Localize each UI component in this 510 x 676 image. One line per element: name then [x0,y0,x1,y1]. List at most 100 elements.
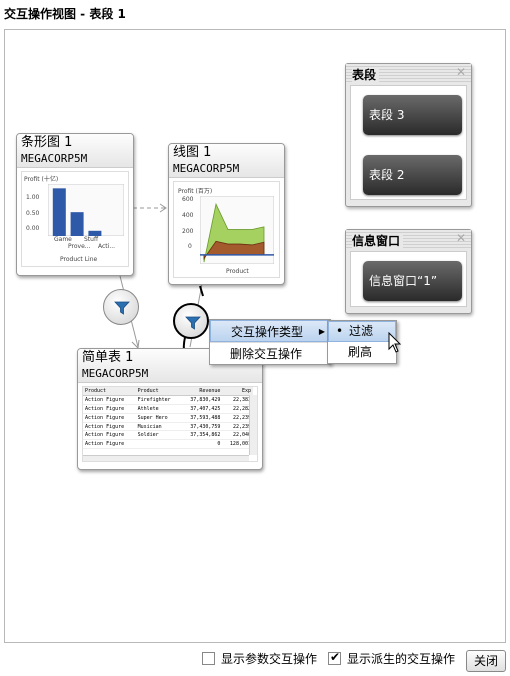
info-window-panel-body: 信息窗口“1” [350,251,467,307]
simple-table-card[interactable]: 简单表 1 MEGACORP5M Product Product Revenue… [77,348,263,470]
table-cell: Action Figure [83,404,136,414]
table-header-cell: Product [135,387,181,397]
show-derived-interactions-checkbox[interactable]: ✔ [328,650,341,665]
info-window-panel-header[interactable]: 信息窗口 ✕ [346,230,471,250]
table-cell: Action Figure [83,413,136,423]
line-chart-xlabel: Product [226,268,249,275]
submenu-item-label: 过滤 [349,324,374,338]
bar-chart-card-title: 条形图 1 [21,135,73,150]
table-row: Action Figure Firefighter 37,830,429 22,… [83,395,253,406]
table-cell: Action Figure [83,439,136,450]
interaction-type-submenu[interactable]: • 过滤 刷高 [327,320,397,364]
line-chart-card-title: 线图 1 [173,145,212,160]
show-param-interactions-label: 显示参数交互操作 [221,652,318,666]
submenu-item-brush[interactable]: 刷高 [328,342,396,363]
bar-chart-ytick: 0.50 [26,210,40,217]
table-row: Action Figure Musician 37,430,759 22,239 [83,422,253,432]
line-to-table-filter-node[interactable] [173,303,209,339]
line-chart-card-header: 线图 1 MEGACORP5M [169,144,284,178]
bar-0 [52,188,66,236]
show-param-interactions-checkbox[interactable] [202,652,215,665]
table-cell: Soldier [135,430,181,441]
info-window-panel-title: 信息窗口 [352,234,404,248]
menu-item-interaction-type[interactable]: 交互操作类型 ▶ [210,320,330,342]
checkmark-icon: ✔ [330,650,341,664]
window-title: 交互操作视图 - 表段 1 [4,7,126,21]
table-row: Action Figure Soldier 37,354,862 22,040 [83,430,253,441]
table-cell: Athlete [135,404,181,414]
bar-chart-xtick: Game [54,236,72,243]
line-chart-ytick: 200 [182,228,194,235]
line-chart-plot [200,196,274,264]
table-cell: 37,430,759 [180,422,223,432]
table-header-row: Product Product Revenue Exp [83,387,253,397]
segment-panel-header[interactable]: 表段 ✕ [346,64,471,84]
filter-icon [185,316,201,330]
bar-chart-ytick: 0.00 [26,225,40,232]
table-cell: 37,593,488 [180,413,223,423]
line-chart-card[interactable]: 线图 1 MEGACORP5M Profit (百万) 600 400 200 … [168,143,285,285]
table-horizontal-scrollbar[interactable] [83,455,249,461]
bar-chart-title: Profit (十亿) [24,176,59,183]
close-icon[interactable]: ✕ [456,231,466,245]
segment-panel-body: 表段 3 表段 2 [350,85,467,200]
bar-chart-thumbnail: Profit (十亿) 1.00 0.50 0.00 Game Stuff Pr… [21,171,129,267]
table-cell: Super Hero [135,413,181,423]
close-icon[interactable]: ✕ [456,65,466,79]
bar-chart-xtick: Stuff [84,236,99,243]
line-chart-ytick: 600 [182,196,194,203]
context-menu[interactable]: 交互操作类型 ▶ 删除交互操作 [209,319,331,365]
line-chart-ytick: 0 [188,243,192,250]
table-cell: 37,830,429 [180,395,223,406]
segment-button[interactable]: 表段 2 [363,155,462,195]
interaction-canvas: 条形图 1 MEGACORP5M Profit (十亿) 1.00 0.50 0… [4,29,506,643]
show-derived-interactions-label: 显示派生的交互操作 [347,652,456,666]
bar-chart-card-header: 条形图 1 MEGACORP5M [17,134,133,168]
bar-chart-plot [48,184,124,236]
bar-1 [70,212,84,236]
selected-bullet-icon: • [336,324,344,338]
table-row: Action Figure Athlete 37,407,425 22,282 [83,404,253,414]
table-vertical-scrollbar[interactable] [249,395,257,455]
simple-table-card-source: MEGACORP5M [82,367,149,380]
bar-chart-card-source: MEGACORP5M [21,152,88,165]
table-row: Action Figure Super Hero 37,593,488 22,2… [83,413,253,423]
table-cell: Action Figure [83,422,136,432]
bar-chart-xtick: Acti... [98,243,116,250]
table-header-cell: Revenue [180,387,223,397]
line-chart-ytick: 400 [182,212,194,219]
close-button[interactable]: 关闭 [466,650,506,672]
segment-button[interactable]: 表段 3 [363,95,462,135]
menu-item-label: 交互操作类型 [231,325,304,339]
info-window-panel[interactable]: 信息窗口 ✕ 信息窗口“1” [345,229,472,314]
filter-icon [114,301,130,315]
menu-item-delete-interaction[interactable]: 删除交互操作 [210,342,330,364]
line-chart-title: Profit (百万) [178,188,213,195]
segment-panel[interactable]: 表段 ✕ 表段 3 表段 2 [345,63,472,207]
segment-panel-title: 表段 [352,68,380,82]
submenu-item-label: 刷高 [348,345,373,359]
bar-chart-xtick: Prove... [68,243,91,250]
table-cell: Musician [135,422,181,432]
table-cell: 37,354,862 [180,430,223,441]
line-chart-thumbnail: Profit (百万) 600 400 200 0 Product [173,181,280,278]
mouse-cursor-icon [388,332,402,353]
table-cell: Firefighter [135,395,181,406]
submenu-item-filter[interactable]: • 过滤 [328,321,396,342]
table-row: Action Figure 0 128,001 [83,439,253,450]
bar-chart-card[interactable]: 条形图 1 MEGACORP5M Profit (十亿) 1.00 0.50 0… [16,133,134,276]
table-header-cell: Product [83,387,136,397]
menu-item-label: 删除交互操作 [230,347,303,361]
submenu-arrow-icon: ▶ [318,327,325,336]
table-cell: 37,407,425 [180,404,223,414]
table-cell: Action Figure [83,430,136,441]
line-chart-card-source: MEGACORP5M [173,162,240,175]
simple-table-preview: Product Product Revenue Exp Action Figur… [83,387,253,450]
bar-to-table-filter-node[interactable] [103,289,139,325]
simple-table-thumbnail: Product Product Revenue Exp Action Figur… [82,386,258,462]
bar-chart-xlabel: Product Line [60,256,98,263]
bar-chart-ytick: 1.00 [26,194,40,201]
table-cell: Action Figure [83,395,136,406]
table-cell: 0 [180,439,223,450]
info-window-button[interactable]: 信息窗口“1” [363,261,462,301]
